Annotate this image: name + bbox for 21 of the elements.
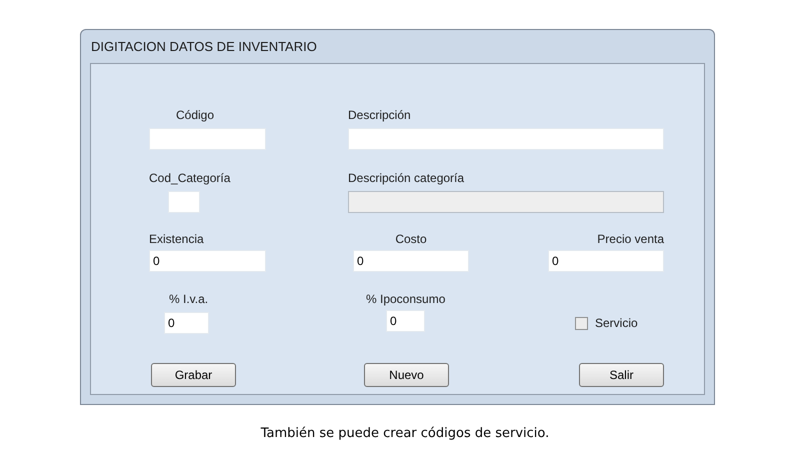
field-label: Descripción categoría — [348, 171, 466, 186]
checkbox-label: Servicio — [595, 315, 638, 332]
input-field[interactable]: 0 — [386, 310, 425, 332]
field-label: Código — [175, 108, 216, 123]
field-label: % I.v.a. — [168, 292, 210, 307]
field-label: Descripción — [348, 108, 412, 123]
input-field[interactable]: 0 — [164, 312, 209, 334]
field-label: Precio venta — [597, 232, 664, 247]
form-button[interactable]: Grabar — [151, 363, 236, 387]
form-button[interactable]: Salir — [579, 363, 664, 387]
window-title: DIGITACION DATOS DE INVENTARIO — [90, 38, 318, 56]
input-field[interactable]: 0 — [353, 250, 469, 272]
input-field[interactable]: 0 — [548, 250, 664, 272]
checkbox[interactable] — [575, 316, 588, 330]
field-label: Existencia — [149, 232, 205, 247]
form-button[interactable]: Nuevo — [364, 363, 449, 387]
input-field[interactable]: 0 — [149, 250, 266, 272]
field-label: Costo — [395, 232, 427, 247]
caption: También se puede crear códigos de servicio. — [260, 425, 550, 443]
field-label: % Ipoconsumo — [365, 292, 446, 307]
field-label: Cod_Categoría — [149, 171, 232, 186]
